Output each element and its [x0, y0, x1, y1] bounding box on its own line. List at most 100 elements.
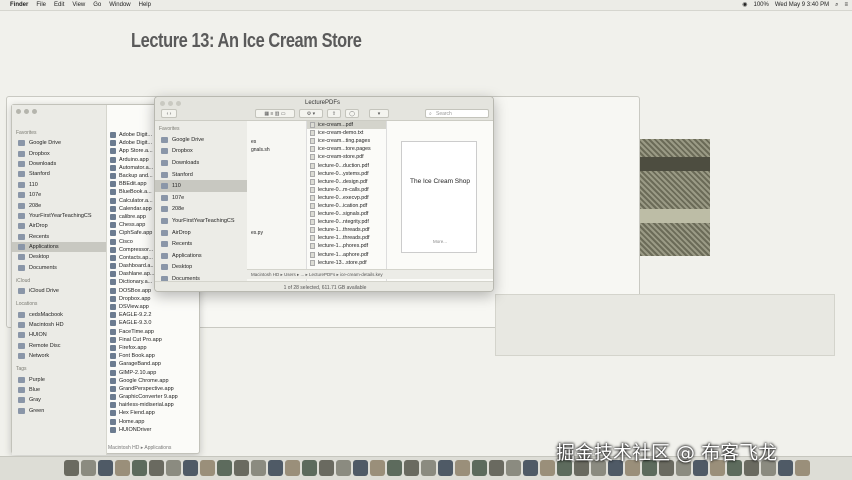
dock-app-icon[interactable] — [506, 460, 521, 476]
list-item[interactable]: FaceTime.app — [110, 328, 200, 336]
sidebar-item[interactable]: 107e — [12, 190, 106, 200]
dock-app-icon[interactable] — [353, 460, 368, 476]
dock-app-icon[interactable] — [166, 460, 181, 476]
dock-app-icon[interactable] — [183, 460, 198, 476]
sidebar-item[interactable]: Stanford — [12, 169, 106, 179]
dock-app-icon[interactable] — [404, 460, 419, 476]
sidebar-item[interactable]: Network — [12, 351, 106, 361]
wifi-icon[interactable]: ◉ — [742, 0, 747, 11]
list-item[interactable]: Font Book.app — [110, 352, 200, 360]
sidebar-item[interactable]: Blue — [12, 385, 106, 395]
file-row[interactable]: ice-cream...pdf — [307, 121, 386, 130]
list-item[interactable]: es — [247, 138, 306, 146]
preview-document[interactable]: The Ice Cream Shop More... — [401, 141, 477, 253]
dock-app-icon[interactable] — [251, 460, 266, 476]
menu-edit[interactable]: Edit — [54, 0, 64, 11]
back-forward-buttons[interactable]: ‹ › — [161, 109, 177, 118]
lecturepdfs-finder-window[interactable]: LecturePDFs ‹ › ▦ ≡ ▥ ▭ ⚙ ▾ ⇧ ◯ ▾ Search… — [154, 96, 494, 292]
dock-app-icon[interactable] — [200, 460, 215, 476]
window-controls[interactable] — [16, 109, 37, 114]
file-row[interactable]: lecture-0...signals.pdf — [307, 210, 386, 218]
file-row[interactable]: lecture-0...duction.pdf — [307, 161, 386, 169]
menu-app-name[interactable]: Finder — [10, 0, 28, 11]
sidebar-item[interactable]: cedsMacbook — [12, 309, 106, 319]
dock-app-icon[interactable] — [132, 460, 147, 476]
list-item[interactable]: Hex Fiend.app — [110, 409, 200, 417]
sidebar-item[interactable]: Dropbox — [155, 146, 247, 158]
menu-view[interactable]: View — [72, 0, 85, 11]
view-mode-buttons[interactable]: ▦ ≡ ▥ ▭ — [255, 109, 295, 118]
sidebar-item[interactable]: 110 — [12, 180, 106, 190]
file-row[interactable]: lecture-0...ntegrity.pdf — [307, 218, 386, 226]
list-item[interactable] — [247, 171, 306, 179]
list-item[interactable] — [247, 154, 306, 162]
menu-window[interactable]: Window — [109, 0, 130, 11]
menu-list-icon[interactable]: ≡ — [844, 0, 848, 11]
file-row[interactable]: ice-cream...tore.pages — [307, 145, 386, 153]
file-row[interactable]: lecture-1...aphore.pdf — [307, 251, 386, 259]
dock-app-icon[interactable] — [285, 460, 300, 476]
file-row[interactable]: lecture-0...design.pdf — [307, 178, 386, 186]
dock-app-icon[interactable] — [438, 460, 453, 476]
menu-file[interactable]: File — [36, 0, 46, 11]
list-item[interactable]: es.py — [247, 229, 306, 237]
dock-app-icon[interactable] — [540, 460, 555, 476]
preview-more[interactable]: More... — [402, 239, 478, 244]
list-item[interactable]: GIMP-2.10.app — [110, 368, 200, 376]
share-button[interactable]: ⇧ — [327, 109, 341, 118]
dock-app-icon[interactable] — [336, 460, 351, 476]
list-item[interactable]: Final Cut Pro.app — [110, 336, 200, 344]
sidebar-item[interactable]: Desktop — [155, 262, 247, 274]
sidebar-item[interactable]: 208e — [155, 204, 247, 216]
sidebar-item[interactable]: AirDrop — [155, 227, 247, 239]
sidebar-item[interactable]: Applications — [12, 241, 106, 253]
file-row[interactable]: lecture-0...execvp.pdf — [307, 194, 386, 202]
sidebar-item[interactable]: Remote Disc — [12, 341, 106, 351]
dock-app-icon[interactable] — [115, 460, 130, 476]
dock-app-icon[interactable] — [81, 460, 96, 476]
dock-app-icon[interactable] — [778, 460, 793, 476]
sidebar-item[interactable]: Downloads — [155, 157, 247, 169]
list-item[interactable] — [247, 129, 306, 137]
file-row[interactable]: lecture-13...store.pdf — [307, 259, 386, 267]
file-row[interactable]: ice-cream...ting.pages — [307, 137, 386, 145]
menu-go[interactable]: Go — [93, 0, 101, 11]
list-item[interactable]: hairless-midiserial.app — [110, 401, 200, 409]
sidebar-item[interactable]: Downloads — [12, 159, 106, 169]
sidebar-item[interactable]: Google Drive — [155, 134, 247, 146]
sidebar-item[interactable]: YourFirstYearTeachingCS — [155, 215, 247, 227]
dock-app-icon[interactable] — [234, 460, 249, 476]
sidebar-item[interactable]: Dropbox — [12, 148, 106, 158]
sidebar-item[interactable]: iCloud Drive — [12, 286, 106, 296]
sidebar-item[interactable]: Green — [12, 406, 106, 416]
battery-percent[interactable]: 100% — [754, 0, 769, 11]
file-row[interactable]: lecture-0...ication.pdf — [307, 202, 386, 210]
sidebar-item[interactable]: Gray — [12, 395, 106, 405]
sidebar-item[interactable]: Desktop — [12, 252, 106, 262]
file-row[interactable]: lecture-0...m-calls.pdf — [307, 186, 386, 194]
dock-app-icon[interactable] — [98, 460, 113, 476]
list-item[interactable] — [247, 212, 306, 220]
list-item[interactable]: Firefox.app — [110, 344, 200, 352]
dock-app-icon[interactable] — [523, 460, 538, 476]
list-item[interactable]: Home.app — [110, 418, 200, 426]
file-row[interactable]: lecture-0...ystems.pdf — [307, 170, 386, 178]
list-item[interactable]: DSView.app — [110, 303, 200, 311]
file-row[interactable]: lecture-1...threads.pdf — [307, 234, 386, 242]
dock-app-icon[interactable] — [64, 460, 79, 476]
arrange-button[interactable]: ⚙ ▾ — [299, 109, 323, 118]
list-item[interactable]: Google Chrome.app — [110, 377, 200, 385]
list-item[interactable]: gnals.sh — [247, 146, 306, 154]
dock-app-icon[interactable] — [370, 460, 385, 476]
list-item[interactable] — [247, 204, 306, 212]
dock-app-icon[interactable] — [217, 460, 232, 476]
list-item[interactable] — [247, 196, 306, 204]
list-item[interactable]: HUIONDriver — [110, 426, 200, 434]
dropbox-button[interactable]: ▾ — [369, 109, 389, 118]
list-item[interactable]: GraphicConverter 9.app — [110, 393, 200, 401]
sidebar-item[interactable]: Documents — [12, 263, 106, 273]
list-item[interactable]: GrandPerspective.app — [110, 385, 200, 393]
file-row[interactable]: lecture-1...phores.pdf — [307, 242, 386, 250]
sidebar-item[interactable]: YourFirstYearTeachingCS — [12, 211, 106, 221]
list-item[interactable] — [247, 221, 306, 229]
